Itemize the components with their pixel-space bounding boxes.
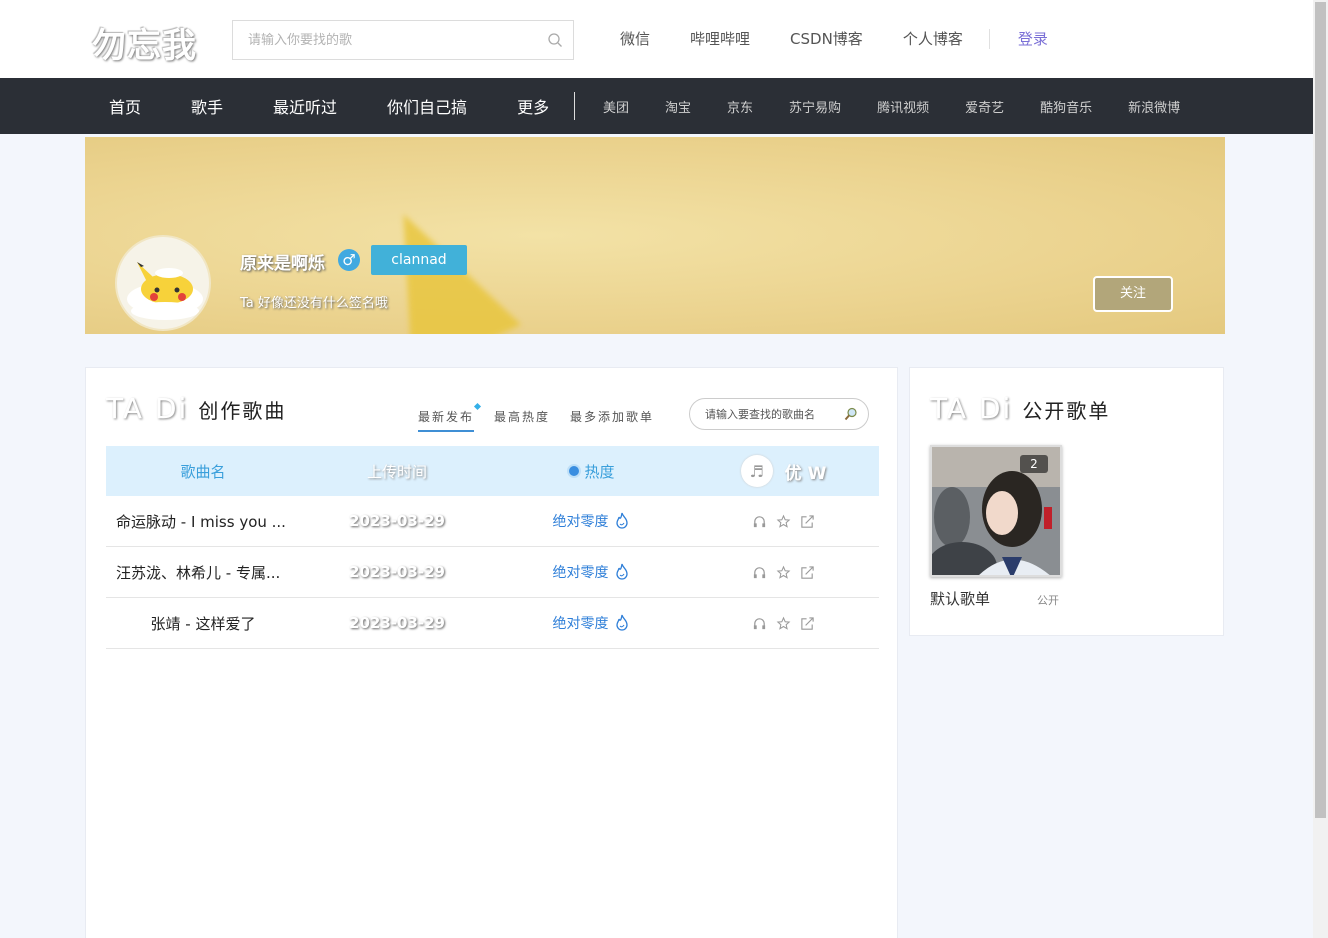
header-heat-label: 热度 <box>584 462 615 481</box>
playlists-title-cn: 公开歌单 <box>1022 399 1111 423</box>
song-search-input[interactable] <box>233 21 533 59</box>
heat-label: 绝对零度 <box>552 514 609 530</box>
songs-panel-title: TA Di 创作歌曲 <box>106 392 286 425</box>
avatar[interactable] <box>115 235 211 331</box>
playlist-cover[interactable]: 2 <box>930 445 1062 577</box>
row-actions <box>688 616 879 631</box>
nav-item-singers[interactable]: 歌手 <box>191 94 223 118</box>
upload-date: 2023-03-29 <box>349 563 445 581</box>
star-icon[interactable] <box>776 565 791 580</box>
top-header: 勿忘我 微信 哔哩哔哩 CSDN博客 个人博客 登录 <box>0 0 1313 78</box>
star-icon[interactable] <box>776 616 791 631</box>
header-user-label: 优 W <box>784 463 827 484</box>
site-logo[interactable]: 勿忘我 <box>92 18 197 67</box>
header-song-name[interactable]: 歌曲名 <box>106 461 300 482</box>
male-icon: ♂ <box>338 249 360 271</box>
flame-icon <box>615 563 628 580</box>
row-actions <box>688 514 879 529</box>
user-signature: Ta 好像还没有什么签名哦 <box>240 296 388 311</box>
nav-ext-suning[interactable]: 苏宁易购 <box>789 97 841 116</box>
songs-title-en: TA Di <box>106 392 189 425</box>
upload-date: 2023-03-29 <box>349 614 445 632</box>
heat-label: 绝对零度 <box>552 616 609 632</box>
login-link[interactable]: 登录 <box>1018 28 1048 49</box>
playlists-panel-title: TA Di 公开歌单 <box>930 392 1110 425</box>
playlists-panel: TA Di 公开歌单 2 默认歌单 公开 <box>909 367 1224 636</box>
tab-latest-label: 最新发布 <box>418 410 475 424</box>
search-icon[interactable] <box>547 32 563 48</box>
nav-ext-meituan[interactable]: 美团 <box>603 97 629 116</box>
magnifier-icon[interactable] <box>844 407 858 421</box>
table-row[interactable]: 命运脉动 - I miss you ... 2023-03-29 绝对零度 <box>106 496 879 547</box>
heat-cell: 绝对零度 <box>494 613 688 633</box>
user-tag[interactable]: clannad <box>371 245 467 275</box>
songs-sort-tabs: 最新发布 最高热度 最多添加歌单 <box>418 402 674 432</box>
nav-item-more[interactable]: 更多 <box>517 94 549 118</box>
tab-latest[interactable]: 最新发布 <box>418 402 482 432</box>
main-nav: 首页 歌手 最近听过 你们自己搞 更多 美团 淘宝 京东 苏宁易购 腾讯视频 爱… <box>0 78 1313 134</box>
upload-date: 2023-03-29 <box>349 512 445 530</box>
songs-panel: TA Di 创作歌曲 最新发布 最高热度 最多添加歌单 歌曲名 上传时间 热度 … <box>85 367 898 938</box>
active-diamond-icon <box>473 402 482 411</box>
link-personal-blog[interactable]: 个人博客 <box>903 28 963 49</box>
header-upload-time[interactable]: 上传时间 <box>300 461 494 482</box>
star-icon[interactable] <box>776 514 791 529</box>
nav-item-home[interactable]: 首页 <box>109 94 141 118</box>
header-user: ♬ 优 W <box>688 455 879 487</box>
song-search-box <box>232 20 574 60</box>
share-icon[interactable] <box>800 514 815 529</box>
link-bilibili[interactable]: 哔哩哔哩 <box>690 28 750 49</box>
table-row[interactable]: 汪苏泷、林希儿 - 专属... 2023-03-29 绝对零度 <box>106 547 879 598</box>
nav-ext-jd[interactable]: 京东 <box>727 97 753 116</box>
song-filter-box <box>689 398 869 430</box>
scrollbar-thumb[interactable] <box>1315 2 1326 818</box>
share-icon[interactable] <box>800 565 815 580</box>
table-row[interactable]: 张靖 - 这样爱了 2023-03-29 绝对零度 <box>106 598 879 649</box>
follow-button[interactable]: 关注 <box>1093 276 1173 312</box>
playlist-visibility: 公开 <box>1037 594 1059 607</box>
top-links: 微信 哔哩哔哩 CSDN博客 个人博客 登录 <box>600 28 1068 49</box>
page-scrollbar[interactable] <box>1313 0 1328 938</box>
headphones-icon[interactable] <box>752 514 767 529</box>
link-csdn[interactable]: CSDN博客 <box>790 28 863 49</box>
heat-label: 绝对零度 <box>552 565 609 581</box>
pikachu-avatar-image <box>127 262 203 320</box>
tab-most-added[interactable]: 最多添加歌单 <box>570 408 654 432</box>
share-icon[interactable] <box>800 616 815 631</box>
divider <box>988 28 990 49</box>
song-name[interactable]: 汪苏泷、林希儿 - 专属... <box>106 562 300 583</box>
headphones-icon[interactable] <box>752 616 767 631</box>
nav-ext-tencent-video[interactable]: 腾讯视频 <box>877 97 929 116</box>
flame-icon <box>615 512 628 529</box>
profile-banner: 原来是啊烁 ♂ clannad Ta 好像还没有什么签名哦 关注 <box>85 137 1225 334</box>
user-name: 原来是啊烁 <box>240 254 325 274</box>
headphones-icon[interactable] <box>752 565 767 580</box>
heat-cell: 绝对零度 <box>494 562 688 582</box>
nav-external: 美团 淘宝 京东 苏宁易购 腾讯视频 爱奇艺 酷狗音乐 新浪微博 <box>603 78 1216 134</box>
heat-cell: 绝对零度 <box>494 511 688 531</box>
playlists-title-en: TA Di <box>930 392 1013 425</box>
songs-title-cn: 创作歌曲 <box>198 399 287 423</box>
nav-main: 首页 歌手 最近听过 你们自己搞 更多 <box>92 78 599 134</box>
nav-ext-iqiyi[interactable]: 爱奇艺 <box>965 97 1004 116</box>
nav-ext-taobao[interactable]: 淘宝 <box>665 97 691 116</box>
link-wechat[interactable]: 微信 <box>620 28 650 49</box>
nav-ext-kugou[interactable]: 酷狗音乐 <box>1040 97 1092 116</box>
row-actions <box>688 565 879 580</box>
playlist-song-count: 2 <box>1020 455 1048 473</box>
nav-item-recent[interactable]: 最近听过 <box>273 94 337 118</box>
song-name[interactable]: 张靖 - 这样爱了 <box>106 613 300 634</box>
playlist-name[interactable]: 默认歌单 <box>930 588 990 609</box>
header-heat[interactable]: 热度 <box>494 461 688 482</box>
song-filter-input[interactable] <box>690 399 830 429</box>
nav-item-diy[interactable]: 你们自己搞 <box>387 94 467 118</box>
nav-ext-weibo[interactable]: 新浪微博 <box>1128 97 1180 116</box>
songs-table-header: 歌曲名 上传时间 热度 ♬ 优 W <box>106 446 879 496</box>
tab-hottest[interactable]: 最高热度 <box>494 408 550 432</box>
nav-divider <box>574 92 575 120</box>
music-note-icon: ♬ <box>740 455 773 487</box>
flame-icon <box>615 614 628 631</box>
heat-dot-icon <box>567 464 582 478</box>
song-name[interactable]: 命运脉动 - I miss you ... <box>106 511 300 532</box>
